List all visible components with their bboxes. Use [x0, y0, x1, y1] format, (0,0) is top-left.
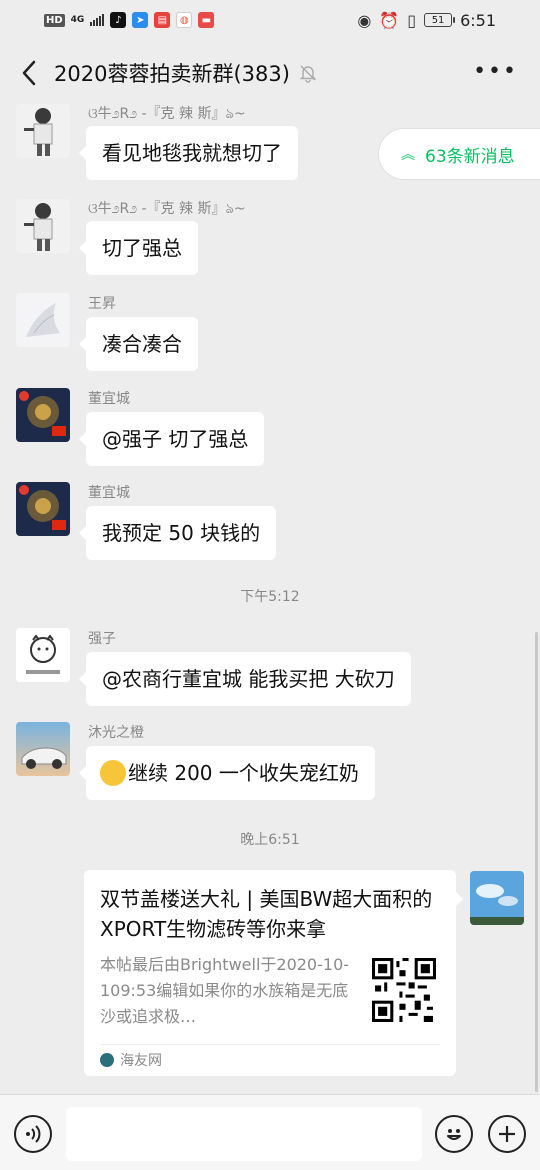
plus-icon[interactable]	[488, 1115, 526, 1153]
chevron-left-icon[interactable]	[14, 58, 44, 88]
message-bubble[interactable]: 看见地毯我就想切了	[79, 126, 298, 180]
vibrate-icon: ▯	[407, 10, 417, 30]
avatar[interactable]	[16, 628, 70, 682]
app-icon: ▬	[198, 12, 215, 28]
link-card-title: 双节盖楼送大礼 | 美国BW超大面积的XPORT生物滤砖等你来拿	[100, 887, 433, 941]
my-avatar[interactable]	[470, 871, 524, 925]
new-messages-button[interactable]: ︽ 63条新消息	[378, 128, 540, 180]
source-name: 海友网	[120, 1053, 162, 1069]
avatar[interactable]	[16, 293, 70, 347]
emoji-icon[interactable]	[435, 1115, 473, 1153]
message-bubble[interactable]: 凑合凑合	[79, 317, 198, 371]
avatar[interactable]	[16, 482, 70, 536]
book-icon: ▤	[154, 12, 171, 28]
network-type: 4G	[70, 14, 85, 25]
sender-name: 王昇	[88, 296, 116, 312]
status-bar: HD 4G ♪ ➤ ▤ ◍ ▬ ◉ ⏰ ▯ 51 6:51	[0, 0, 540, 40]
eye-icon: ◉	[357, 10, 372, 30]
sender-name: 董宜城	[88, 391, 130, 407]
message-input[interactable]	[66, 1107, 422, 1161]
avatar[interactable]	[16, 199, 70, 253]
message-bubble[interactable]: 切了强总	[79, 221, 198, 275]
app-icon: ➤	[132, 12, 149, 28]
battery-level: 51	[431, 14, 445, 26]
message-bubble[interactable]: @强子 切了强总	[78, 412, 265, 466]
source-logo-icon	[100, 1053, 114, 1067]
link-card-source: 海友网	[100, 1050, 162, 1070]
browser-icon: ◍	[176, 12, 193, 28]
voice-icon[interactable]	[14, 1115, 52, 1153]
clock: 6:51	[460, 10, 496, 30]
qr-code-icon	[372, 958, 436, 1022]
message-bubble[interactable]: @农商行董宜城 能我买把 大砍刀	[79, 652, 411, 706]
sender-name: ଓ牛೨R೨ -『克 辣 斯』ঌ~	[88, 201, 246, 217]
link-card-description: 本帖最后由Brightwell于2020-10-109:53编辑如果你的水族箱是…	[100, 955, 350, 1026]
hd-badge: HD	[44, 13, 65, 27]
input-bar	[0, 1094, 540, 1170]
battery-icon: 51	[424, 13, 456, 27]
link-card[interactable]: 双节盖楼送大礼 | 美国BW超大面积的XPORT生物滤砖等你来拿 本帖最后由Br…	[84, 870, 463, 1076]
divider	[100, 1044, 440, 1045]
sender-name: 沐光之橙	[88, 725, 144, 741]
emoji-shush-icon	[100, 759, 126, 786]
sender-name: 董宜城	[88, 485, 130, 501]
chat-title[interactable]: 2020蓉蓉拍卖新群(383)	[54, 58, 290, 88]
bell-mute-icon	[299, 65, 317, 83]
avatar[interactable]	[16, 104, 70, 158]
message-bubble[interactable]: 我预定 50 块钱的	[78, 506, 277, 560]
avatar[interactable]	[16, 722, 70, 776]
timestamp: 下午5:12	[240, 589, 300, 605]
double-chevron-up-icon: ︽	[401, 147, 415, 163]
alarm-icon: ⏰	[379, 10, 400, 30]
signal-icon	[90, 14, 105, 26]
sender-name: 强子	[88, 631, 116, 647]
timestamp: 晚上6:51	[240, 832, 300, 848]
new-messages-label: 63条新消息	[425, 146, 515, 167]
sender-name: ଓ牛೨R೨ -『克 辣 斯』ঌ~	[88, 106, 246, 122]
more-dots-icon[interactable]: •••	[473, 61, 518, 83]
message-text: 继续 200 一个收失宠红奶	[128, 761, 359, 785]
scrollbar[interactable]	[535, 632, 538, 1092]
message-bubble[interactable]: 继续 200 一个收失宠红奶	[79, 746, 375, 800]
avatar[interactable]	[16, 388, 70, 442]
chat-header: 2020蓉蓉拍卖新群(383) •••	[0, 40, 540, 106]
tiktok-icon: ♪	[110, 12, 127, 28]
